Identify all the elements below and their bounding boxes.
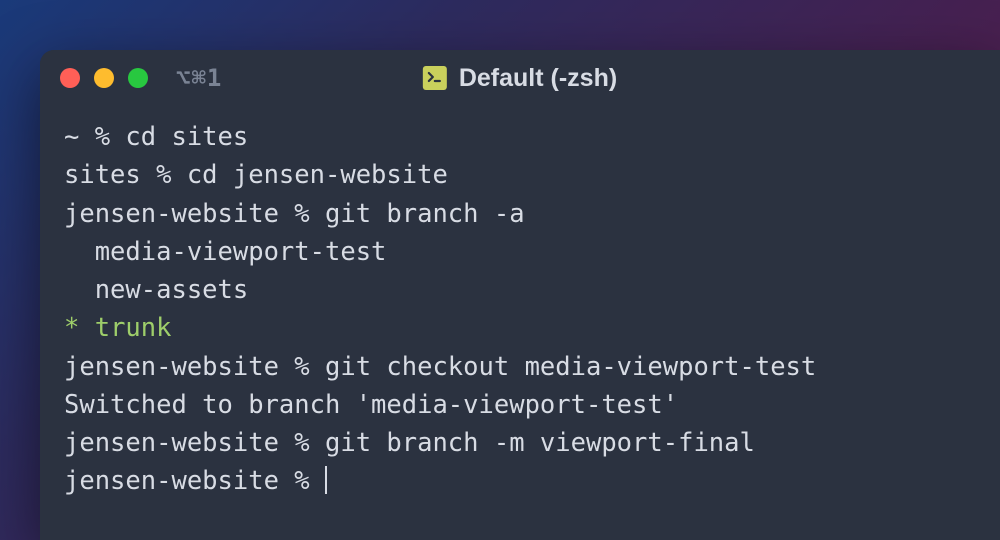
terminal-line: jensen-website % git checkout media-view…: [64, 348, 976, 386]
terminal-line: ~ % cd sites: [64, 118, 976, 156]
terminal-window: ⌥⌘1 Default (-zsh) ~ % cd sites sites % c…: [40, 50, 1000, 540]
terminal-text: jensen-website %: [64, 466, 325, 496]
terminal-text: jensen-website % git branch -m viewport-…: [64, 428, 755, 458]
terminal-text: Switched to branch 'media-viewport-test': [64, 390, 678, 420]
title-bar: ⌥⌘1 Default (-zsh): [40, 50, 1000, 106]
window-title: Default (-zsh): [423, 64, 617, 93]
close-icon[interactable]: [60, 68, 80, 88]
terminal-line: * trunk: [64, 309, 976, 347]
terminal-text: trunk: [95, 313, 172, 343]
traffic-lights: [60, 68, 148, 88]
terminal-text: jensen-website % git branch -a: [64, 199, 525, 229]
terminal-text: sites % cd jensen-website: [64, 160, 448, 190]
maximize-icon[interactable]: [128, 68, 148, 88]
terminal-text: *: [64, 313, 95, 343]
terminal-line: Switched to branch 'media-viewport-test': [64, 386, 976, 424]
terminal-line: jensen-website %: [64, 462, 976, 500]
terminal-text: new-assets: [64, 275, 248, 305]
terminal-line: new-assets: [64, 271, 976, 309]
terminal-line: sites % cd jensen-website: [64, 156, 976, 194]
terminal-text: ~ % cd sites: [64, 122, 248, 152]
terminal-text: media-viewport-test: [64, 237, 386, 267]
terminal-icon: [423, 66, 447, 90]
minimize-icon[interactable]: [94, 68, 114, 88]
cursor-icon: [325, 466, 327, 494]
terminal-line: jensen-website % git branch -a: [64, 195, 976, 233]
terminal-line: jensen-website % git branch -m viewport-…: [64, 424, 976, 462]
window-title-text: Default (-zsh): [459, 64, 617, 93]
terminal-content[interactable]: ~ % cd sites sites % cd jensen-website jen…: [40, 106, 1000, 513]
terminal-line: media-viewport-test: [64, 233, 976, 271]
terminal-text: jensen-website % git checkout media-view…: [64, 352, 816, 382]
tab-shortcut-label: ⌥⌘1: [176, 64, 222, 92]
